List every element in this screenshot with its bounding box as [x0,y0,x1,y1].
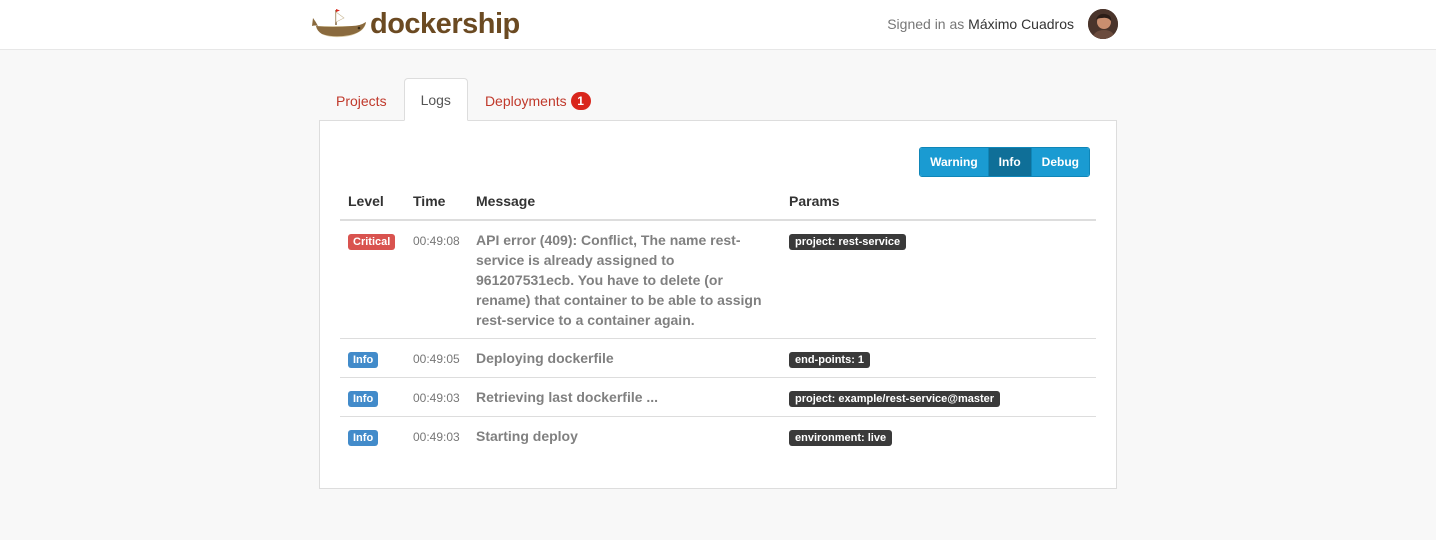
param-label: project: example/rest-service@master [789,391,1001,407]
param-label: project: rest-service [789,234,907,250]
table-header-row: Level Time Message Params [340,183,1096,221]
level-label-info: Info [348,430,379,446]
filter-warning-button[interactable]: Warning [920,148,988,176]
user-name: Máximo Cuadros [968,16,1074,32]
param-label: end-points: 1 [789,352,871,368]
cell-message: Starting deploy [468,416,781,455]
logs-panel: Warning Info Debug Level Time Message Pa… [319,120,1117,489]
tab-projects-label: Projects [336,92,387,109]
filter-info-button[interactable]: Info [987,148,1031,176]
signed-in-prefix: Signed in as [887,16,965,32]
cell-params: environment: live [781,416,1096,455]
main-tabs: Projects Logs Deployments 1 [319,78,608,121]
cell-level: Info [340,416,405,455]
cell-message: API error (409): Conflict, The name rest… [468,220,781,339]
cell-params: project: example/rest-service@master [781,377,1096,417]
level-filter-group: Warning Info Debug [919,147,1090,177]
logs-table: Level Time Message Params Critical 00:49… [340,183,1096,455]
cell-message: Deploying dockerfile [468,338,781,378]
level-label-info: Info [348,352,379,368]
deployments-count-badge: 1 [570,91,591,110]
cell-params: project: rest-service [781,220,1096,339]
tab-deployments[interactable]: Deployments 1 [468,79,608,121]
avatar-photo-icon [1088,9,1118,39]
log-message: Retrieving last dockerfile ... [476,389,659,405]
cell-level: Info [340,377,405,417]
column-header-message: Message [468,183,781,221]
table-row: Info 00:49:05 Deploying dockerfile end-p… [340,338,1096,378]
level-label-critical: Critical [348,234,396,250]
log-time: 00:49:03 [413,430,460,444]
table-row: Critical 00:49:08 API error (409): Confl… [340,220,1096,339]
log-message: Starting deploy [476,428,578,444]
cell-time: 00:49:03 [405,416,468,455]
tab-projects[interactable]: Projects [319,79,404,121]
column-header-time: Time [405,183,468,221]
cell-level: Critical [340,220,405,339]
cell-level: Info [340,338,405,378]
table-row: Info 00:49:03 Starting deploy environmen… [340,416,1096,455]
signed-in-text: Signed in as Máximo Cuadros [887,16,1074,32]
log-message: Deploying dockerfile [476,350,614,366]
user-box: Signed in as Máximo Cuadros [887,8,1118,40]
log-message: API error (409): Conflict, The name rest… [476,232,762,328]
brand-logo-link[interactable]: dockership [312,4,520,44]
column-header-params: Params [781,183,1096,221]
brand-name: dockership [370,7,520,40]
user-avatar[interactable] [1088,9,1118,39]
cell-params: end-points: 1 [781,338,1096,378]
cell-message: Retrieving last dockerfile ... [468,377,781,417]
cell-time: 00:49:05 [405,338,468,378]
filter-debug-button[interactable]: Debug [1030,148,1089,176]
column-header-level: Level [340,183,405,221]
log-time: 00:49:08 [413,234,460,248]
top-navbar: dockership Signed in as Máximo Cuadros [0,0,1436,50]
level-label-info: Info [348,391,379,407]
tab-logs[interactable]: Logs [403,78,468,121]
tab-deployments-label: Deployments [484,92,567,109]
log-time: 00:49:03 [413,391,460,405]
param-label: environment: live [789,430,893,446]
tab-logs-label: Logs [420,91,451,108]
table-row: Info 00:49:03 Retrieving last dockerfile… [340,377,1096,417]
cell-time: 00:49:03 [405,377,468,417]
whale-ship-logo-icon [312,9,366,38]
log-time: 00:49:05 [413,352,460,366]
cell-time: 00:49:08 [405,220,468,339]
